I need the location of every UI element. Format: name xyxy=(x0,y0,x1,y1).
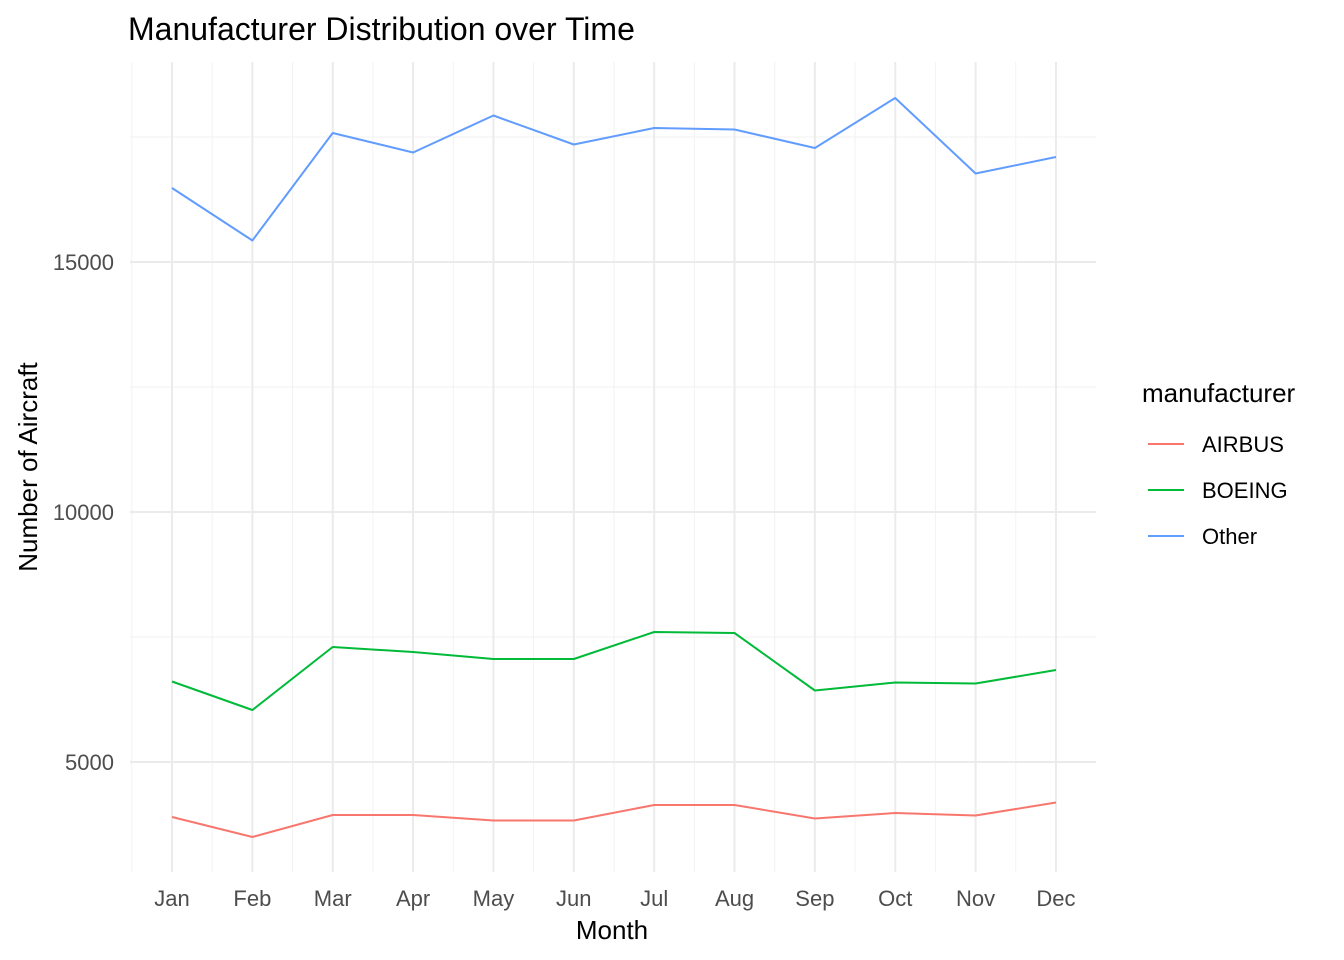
line-chart: 5000 10000 15000 Jan Feb Mar Apr May Jun Jul Aug S… xyxy=(13,11,1296,945)
x-tick-label: Jul xyxy=(640,886,668,911)
x-tick-label: Oct xyxy=(878,886,912,911)
legend-items: AIRBUS BOEING Other xyxy=(1148,432,1288,549)
x-tick-label: Jun xyxy=(556,886,591,911)
legend-title: manufacturer xyxy=(1142,378,1296,408)
major-gridlines xyxy=(130,62,1096,872)
x-tick-label: Aug xyxy=(715,886,754,911)
y-tick-label: 15000 xyxy=(53,250,114,275)
x-tick-label: Mar xyxy=(314,886,352,911)
x-tick-label: May xyxy=(473,886,515,911)
x-tick-label: Nov xyxy=(956,886,995,911)
legend-label-other: Other xyxy=(1202,524,1257,549)
x-tick-label: Sep xyxy=(795,886,834,911)
minor-gridlines xyxy=(130,62,1096,872)
y-axis-ticks: 5000 10000 15000 xyxy=(53,250,114,775)
x-axis-title: Month xyxy=(576,915,648,945)
x-tick-label: Jan xyxy=(154,886,189,911)
legend-label-airbus: AIRBUS xyxy=(1202,432,1284,457)
legend-label-boeing: BOEING xyxy=(1202,478,1288,503)
x-tick-label: Apr xyxy=(396,886,430,911)
legend: manufacturer AIRBUS BOEING Other xyxy=(1142,378,1296,549)
y-tick-label: 5000 xyxy=(65,750,114,775)
x-axis-ticks: Jan Feb Mar Apr May Jun Jul Aug Sep Oct Nov Dec xyxy=(154,886,1075,911)
chart-title: Manufacturer Distribution over Time xyxy=(128,11,635,47)
x-tick-label: Dec xyxy=(1036,886,1075,911)
y-tick-label: 10000 xyxy=(53,500,114,525)
y-axis-title: Number of Aircraft xyxy=(13,361,43,571)
x-tick-label: Feb xyxy=(233,886,271,911)
